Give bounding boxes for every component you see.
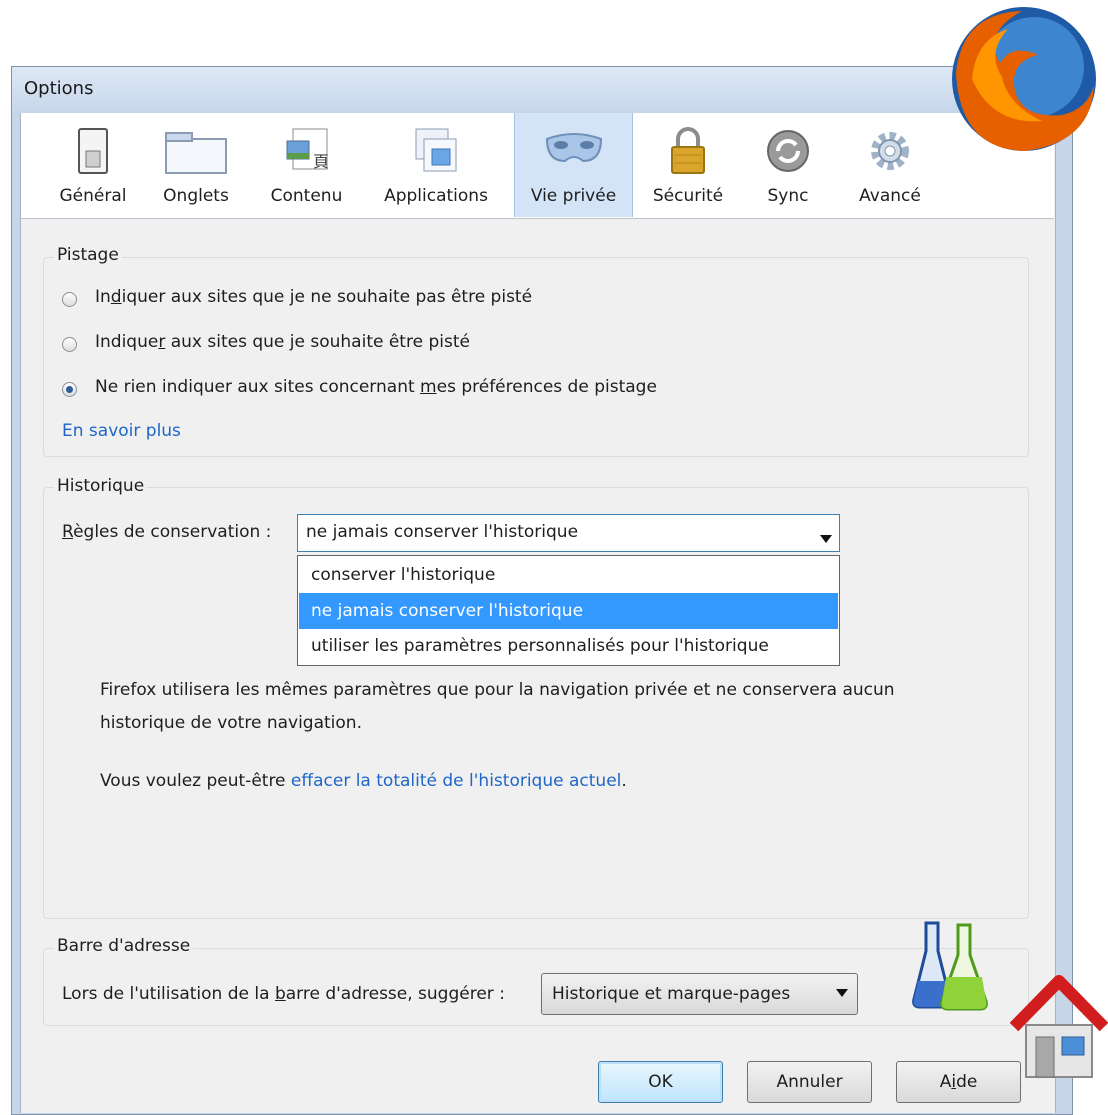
- tab-label: Sync: [767, 186, 809, 206]
- tracking-legend: Pistage: [54, 245, 122, 265]
- address-bar-legend: Barre d'adresse: [54, 936, 194, 956]
- gear-icon: [866, 127, 914, 180]
- address-bar-suggest-select[interactable]: Historique et marque-pages: [541, 973, 858, 1015]
- address-bar-suggest-label: Lors de l'utilisation de la barre d'adre…: [62, 984, 505, 1004]
- tab-label: Sécurité: [652, 186, 724, 206]
- tracking-radio-no-track[interactable]: [62, 292, 77, 307]
- window-title: Options: [24, 78, 94, 99]
- ok-button[interactable]: OK: [598, 1061, 723, 1103]
- help-button[interactable]: Aide: [896, 1061, 1021, 1103]
- tab-avance[interactable]: Avancé: [841, 113, 939, 217]
- tab-label: Onglets: [163, 186, 229, 206]
- retention-rules-label: Règles de conservation :: [62, 522, 272, 542]
- tab-sync[interactable]: Sync: [747, 113, 829, 217]
- home-icon: [1009, 975, 1108, 1084]
- tab-label: Général: [59, 186, 127, 206]
- tab-securite[interactable]: Sécurité: [643, 113, 733, 217]
- tab-onglets[interactable]: Onglets: [156, 113, 236, 217]
- learn-more-link[interactable]: En savoir plus: [62, 421, 181, 441]
- tab-label: Vie privée: [530, 186, 617, 206]
- chevron-down-icon: [836, 989, 848, 997]
- tabs-window-icon: [164, 127, 228, 180]
- tab-label: Avancé: [859, 186, 921, 206]
- dropdown-option-keep[interactable]: conserver l'historique: [299, 557, 838, 593]
- tab-applications[interactable]: Applications: [371, 113, 501, 217]
- firefox-logo: [942, 3, 1107, 160]
- clear-history-line: Vous voulez peut-être effacer la totalit…: [100, 771, 627, 791]
- title-bar[interactable]: [12, 67, 1070, 113]
- address-bar-suggest-value: Historique et marque-pages: [552, 984, 791, 1004]
- tab-label: Applications: [384, 186, 488, 206]
- history-description: Firefox utilisera les mêmes paramètres q…: [100, 680, 895, 733]
- content-page-icon: 頁: [283, 127, 331, 180]
- dropdown-option-never[interactable]: ne jamais conserver l'historique: [299, 593, 838, 629]
- lab-flasks-icon: [912, 921, 994, 1016]
- tab-contenu[interactable]: 頁 Contenu: [259, 113, 354, 217]
- chevron-down-icon: [820, 528, 832, 548]
- padlock-icon: [668, 127, 708, 180]
- retention-rules-value: ne jamais conserver l'historique: [306, 522, 579, 542]
- applications-icon: [412, 127, 460, 180]
- cancel-button[interactable]: Annuler: [747, 1061, 872, 1103]
- retention-rules-select[interactable]: ne jamais conserver l'historique: [297, 514, 840, 552]
- tracking-option-label[interactable]: Ne rien indiquer aux sites concernant me…: [95, 377, 657, 397]
- privacy-mask-icon: [543, 127, 605, 180]
- category-toolbar: Général Onglets 頁 Contenu Applications V…: [21, 113, 1054, 219]
- tab-general[interactable]: Général: [53, 113, 133, 217]
- sync-icon: [764, 127, 812, 180]
- tab-vie-privee[interactable]: Vie privée: [514, 113, 633, 217]
- tracking-option-label[interactable]: Indiquer aux sites que je ne souhaite pa…: [95, 287, 532, 307]
- tracking-radio-track[interactable]: [62, 337, 77, 352]
- tracking-option-label[interactable]: Indiquer aux sites que je souhaite être …: [95, 332, 470, 352]
- history-legend: Historique: [54, 476, 148, 496]
- general-switch-icon: [73, 127, 113, 180]
- retention-rules-dropdown: conserver l'historique ne jamais conserv…: [297, 555, 840, 666]
- svg-text:頁: 頁: [313, 152, 329, 171]
- dropdown-option-custom[interactable]: utiliser les paramètres personnalisés po…: [299, 628, 838, 664]
- clear-history-link[interactable]: effacer la totalité de l'historique actu…: [291, 771, 621, 791]
- tab-label: Contenu: [270, 186, 343, 206]
- tracking-radio-none[interactable]: [62, 382, 77, 397]
